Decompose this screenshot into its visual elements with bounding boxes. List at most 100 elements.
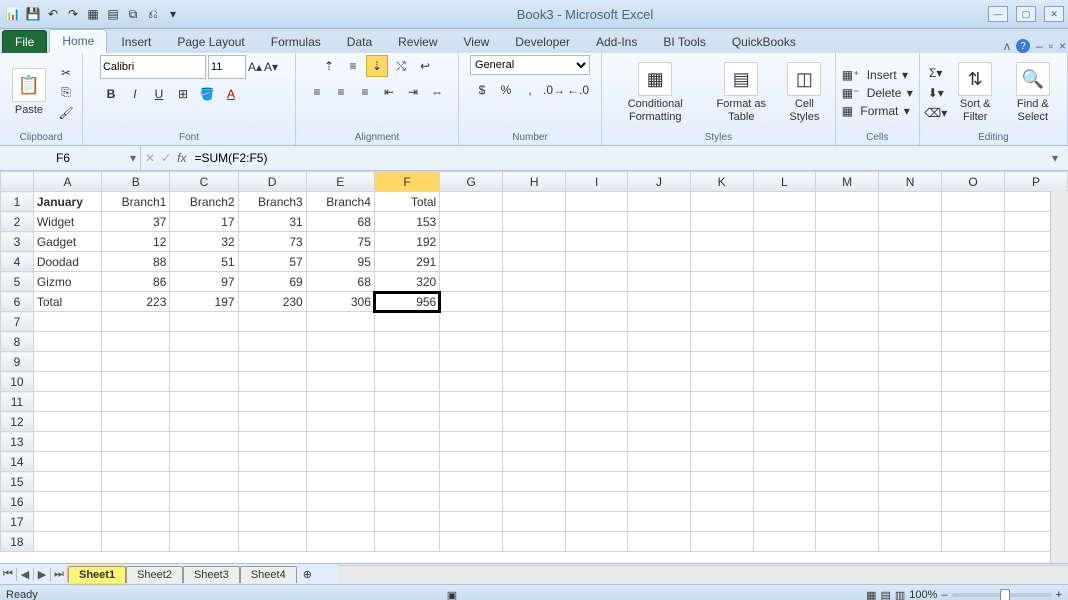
row-header[interactable]: 16	[1, 492, 34, 512]
cell[interactable]	[753, 212, 816, 232]
cell[interactable]	[238, 412, 306, 432]
align-top-icon[interactable]: ⇡	[318, 55, 340, 77]
italic-button[interactable]: I	[124, 83, 146, 105]
qat-item-icon[interactable]: ▦	[84, 5, 102, 23]
cell[interactable]	[690, 432, 753, 452]
cell[interactable]	[440, 492, 503, 512]
cell[interactable]	[503, 192, 566, 212]
cell[interactable]	[566, 512, 628, 532]
col-header-O[interactable]: O	[942, 172, 1005, 192]
cell[interactable]	[628, 292, 691, 312]
cell[interactable]	[879, 352, 942, 372]
cell[interactable]	[566, 192, 628, 212]
ribbon-tab-view[interactable]: View	[452, 31, 502, 53]
format-painter-icon[interactable]: 🖌	[56, 104, 76, 122]
cell[interactable]	[374, 352, 439, 372]
cell[interactable]	[628, 312, 691, 332]
cell[interactable]	[33, 392, 101, 412]
cell[interactable]	[753, 532, 816, 552]
row-header[interactable]: 8	[1, 332, 34, 352]
cell[interactable]	[690, 232, 753, 252]
align-center-icon[interactable]: ≡	[330, 81, 352, 103]
cell[interactable]: Gadget	[33, 232, 101, 252]
cell[interactable]	[753, 392, 816, 412]
cell[interactable]	[503, 312, 566, 332]
cell[interactable]	[102, 352, 170, 372]
cell[interactable]	[690, 212, 753, 232]
cell[interactable]	[566, 352, 628, 372]
doc-minimize-icon[interactable]: –	[1036, 39, 1043, 53]
cell[interactable]	[503, 432, 566, 452]
cell[interactable]	[942, 512, 1005, 532]
row-header[interactable]: 12	[1, 412, 34, 432]
sheet-tab-sheet3[interactable]: Sheet3	[183, 566, 240, 583]
name-box-dropdown-icon[interactable]: ▾	[126, 151, 140, 165]
clear-icon[interactable]: ⌫▾	[926, 104, 946, 122]
cell[interactable]	[879, 512, 942, 532]
cell[interactable]	[503, 332, 566, 352]
cell[interactable]: Total	[33, 292, 101, 312]
nav-first-icon[interactable]: ⏮	[0, 568, 17, 581]
cell[interactable]	[690, 392, 753, 412]
minimize-ribbon-icon[interactable]: ᴧ	[1004, 39, 1010, 53]
row-header[interactable]: 4	[1, 252, 34, 272]
cell[interactable]: Branch3	[238, 192, 306, 212]
col-header-L[interactable]: L	[753, 172, 816, 192]
cell[interactable]: 17	[170, 212, 238, 232]
cell[interactable]	[33, 372, 101, 392]
cell[interactable]	[440, 272, 503, 292]
nav-next-icon[interactable]: ▶	[34, 568, 51, 581]
sheet-tab-sheet4[interactable]: Sheet4	[240, 566, 297, 583]
cell[interactable]: 69	[238, 272, 306, 292]
col-header-A[interactable]: A	[33, 172, 101, 192]
cell[interactable]	[942, 472, 1005, 492]
cell[interactable]	[440, 232, 503, 252]
maximize-button[interactable]: ▢	[1016, 6, 1036, 22]
col-header-I[interactable]: I	[566, 172, 628, 192]
cell[interactable]	[33, 432, 101, 452]
name-box[interactable]: ▾	[0, 146, 141, 170]
ribbon-tab-formulas[interactable]: Formulas	[259, 31, 333, 53]
cell[interactable]	[690, 272, 753, 292]
cell[interactable]	[503, 372, 566, 392]
cell[interactable]	[942, 292, 1005, 312]
cell[interactable]	[942, 432, 1005, 452]
cell[interactable]	[374, 472, 439, 492]
cell[interactable]	[306, 332, 374, 352]
cell[interactable]	[942, 372, 1005, 392]
cell[interactable]	[942, 232, 1005, 252]
cell[interactable]	[690, 332, 753, 352]
formula-input[interactable]	[192, 150, 1040, 166]
cell[interactable]	[238, 452, 306, 472]
cell[interactable]	[238, 512, 306, 532]
font-size-input[interactable]	[208, 55, 246, 79]
help-icon[interactable]: ?	[1016, 39, 1030, 53]
cell[interactable]	[816, 452, 879, 472]
sheet-tab-sheet2[interactable]: Sheet2	[126, 566, 183, 583]
fx-icon[interactable]: fx	[177, 151, 186, 165]
cell[interactable]	[238, 532, 306, 552]
cell[interactable]	[102, 412, 170, 432]
cell[interactable]	[753, 452, 816, 472]
qat-item-icon[interactable]: ⎌	[144, 5, 162, 23]
cell[interactable]	[33, 452, 101, 472]
select-all-corner[interactable]	[1, 172, 34, 192]
cell[interactable]	[753, 192, 816, 212]
cell[interactable]	[879, 452, 942, 472]
cell[interactable]	[374, 392, 439, 412]
col-header-B[interactable]: B	[102, 172, 170, 192]
cell[interactable]	[942, 192, 1005, 212]
cell[interactable]: 86	[102, 272, 170, 292]
cell[interactable]	[440, 532, 503, 552]
undo-icon[interactable]: ↶	[44, 5, 62, 23]
cell[interactable]	[879, 252, 942, 272]
cell[interactable]	[753, 312, 816, 332]
cell[interactable]	[942, 532, 1005, 552]
view-normal-icon[interactable]: ▦	[866, 589, 876, 600]
cell[interactable]	[753, 252, 816, 272]
cell[interactable]: 97	[170, 272, 238, 292]
cell[interactable]	[690, 312, 753, 332]
cell[interactable]	[102, 332, 170, 352]
cell[interactable]	[566, 452, 628, 472]
cell[interactable]	[628, 192, 691, 212]
